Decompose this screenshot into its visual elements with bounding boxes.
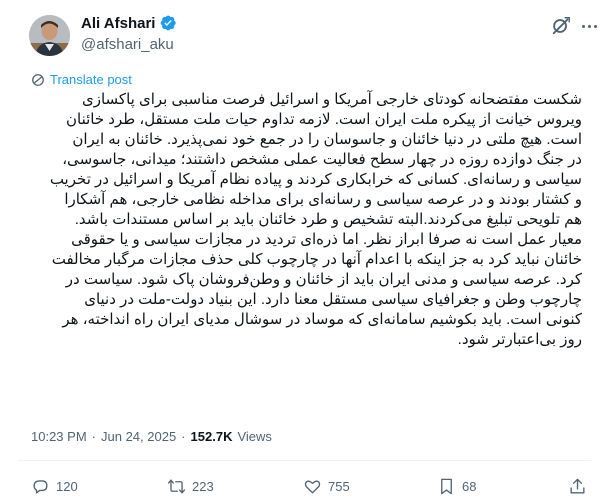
repost-count: 223: [192, 479, 214, 494]
tweet-meta: 10:23 PM · Jun 24, 2025 · 152.7K Views: [31, 429, 272, 444]
tweet-text-line: روز بی‌اعتبارتر شود.: [457, 331, 582, 348]
reply-button[interactable]: 120: [31, 477, 78, 496]
author-name-row[interactable]: Ali Afshari: [81, 14, 177, 32]
tweet-text-line: است. هیچ ملتی در دنیا خائنان و جاسوسان ر…: [72, 131, 582, 148]
like-button[interactable]: 755: [303, 477, 350, 496]
bookmark-button[interactable]: 68: [437, 477, 476, 496]
reply-count: 120: [56, 479, 78, 494]
tweet-text-line: در جنگ دوازده روزه در چهار سطح فعالیت عم…: [62, 151, 582, 168]
tweet-text-line: سیاسی و رسانه‌ای. کسانی که خرابکاری کردن…: [49, 171, 582, 188]
tweet-text: شکست مفتضحانه کودتای خارجی آمریکا و اسرا…: [18, 90, 582, 350]
meta-separator: ·: [91, 429, 96, 444]
translate-post-link[interactable]: Translate post: [31, 72, 132, 87]
views-count: 152.7K: [190, 429, 233, 444]
author-display-name[interactable]: Ali Afshari: [81, 15, 155, 32]
tweet-text-line: خائنان نباید کرد به جز اینکه با اعدام آن…: [51, 251, 582, 268]
tweet-text-line: ویروس خیانت از پیکره ملت ایران است. لازم…: [66, 111, 582, 128]
share-icon: [570, 478, 585, 494]
translate-icon: [32, 73, 44, 86]
heart-icon: [304, 480, 321, 494]
divider: [18, 460, 591, 461]
tweet-time[interactable]: 10:23 PM: [31, 429, 87, 444]
bookmark-icon: [441, 478, 452, 495]
tweet-date[interactable]: Jun 24, 2025: [101, 429, 176, 444]
verified-badge-icon: [161, 15, 177, 31]
reply-icon: [33, 480, 48, 494]
tweet-text-line: کرد. عرصه سیاسی و مدنی ایران باید از خائ…: [65, 271, 582, 288]
repost-icon: [167, 479, 186, 494]
tweet-text-line: چارچوب وطن و جغرافیای سیاسی مستقل معنا د…: [84, 291, 582, 308]
tweet-text-line: شکست مفتضحانه کودتای خارجی آمریکا و اسرا…: [82, 91, 582, 108]
tweet-text-line: معیار عمل است نه صرفا ابراز نظر. اما ذره…: [71, 231, 582, 248]
grok-icon[interactable]: [550, 15, 572, 37]
views-label: Views: [237, 429, 272, 444]
tweet-text-line: کنونی است. باید بکوشیم سامانه‌ای که موسا…: [62, 311, 582, 328]
meta-separator: ·: [181, 429, 186, 444]
bookmark-count: 68: [462, 479, 477, 494]
repost-button[interactable]: 223: [167, 477, 214, 496]
author-handle[interactable]: @afshari_aku: [81, 36, 174, 53]
more-options-icon[interactable]: [577, 15, 601, 37]
action-bar: 120 223 755 68: [31, 477, 591, 499]
share-button[interactable]: [568, 477, 587, 496]
tweet-text-line: و کشتار بودند و در عرصه سیاسی و رسانه‌ای…: [64, 191, 582, 208]
tweet-text-line: هم تلویحی تبلیغ می‌کردند.البته تشخیص و ط…: [74, 211, 582, 228]
avatar[interactable]: [29, 15, 70, 56]
translate-post-label[interactable]: Translate post: [50, 72, 132, 87]
avatar-image: [29, 15, 70, 56]
like-count: 755: [328, 479, 350, 494]
